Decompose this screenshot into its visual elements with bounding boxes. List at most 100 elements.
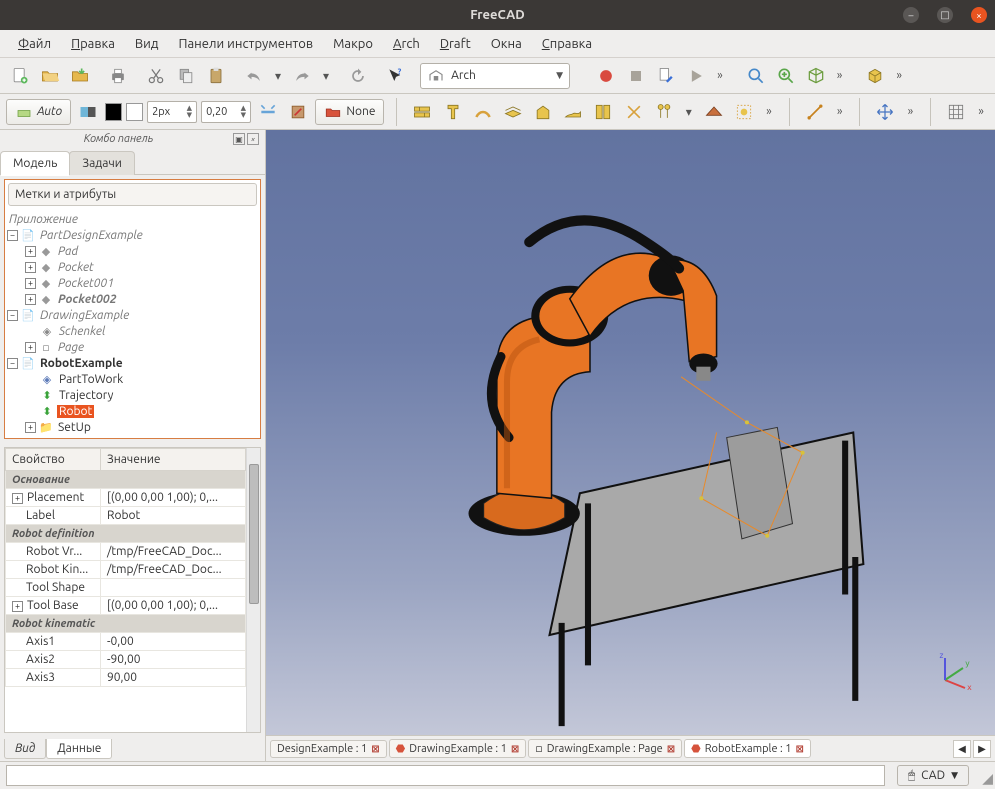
arch-axis-icon[interactable]	[651, 98, 677, 126]
view-iso-icon[interactable]	[802, 62, 830, 90]
tree-item-robot[interactable]: ⬍Robot	[7, 403, 258, 419]
redo-dropdown-icon[interactable]: ▾	[318, 69, 334, 83]
prop-header-name[interactable]: Свойство	[6, 449, 101, 471]
expand-icon[interactable]: −	[7, 358, 18, 369]
expand-icon[interactable]: +	[12, 493, 23, 504]
prop-row[interactable]: Robot Kin.../tmp/FreeCAD_Doc...	[6, 561, 246, 579]
3d-canvas[interactable]: x y z	[266, 130, 995, 735]
tree-item-pocket[interactable]: +◆Pocket	[7, 259, 258, 275]
tree-item-pocket002[interactable]: +◆Pocket002	[7, 291, 258, 307]
close-button[interactable]: ×	[971, 7, 987, 23]
arch-building-icon[interactable]	[530, 98, 556, 126]
box-icon[interactable]	[861, 62, 889, 90]
new-file-icon[interactable]	[6, 62, 34, 90]
tab-data[interactable]: Данные	[46, 739, 112, 759]
expand-icon[interactable]: +	[25, 262, 36, 273]
cut-icon[interactable]	[142, 62, 170, 90]
part-overflow-icon[interactable]: »	[891, 69, 907, 82]
menu-arch[interactable]: Arch	[385, 33, 428, 55]
tree-item-trajectory[interactable]: ⬍Trajectory	[7, 387, 258, 403]
apply-style-icon[interactable]	[285, 98, 311, 126]
move-overflow-icon[interactable]: »	[903, 105, 919, 118]
draft-move-icon[interactable]	[872, 98, 898, 126]
prop-scrollbar[interactable]	[246, 448, 260, 732]
tab-close-icon[interactable]: ⊠	[667, 743, 675, 755]
open-file-icon[interactable]	[36, 62, 64, 90]
menu-help[interactable]: Справка	[534, 33, 600, 55]
menu-windows[interactable]: Окна	[483, 33, 530, 55]
draft-overflow-icon[interactable]: »	[832, 105, 848, 118]
arch-roof-icon[interactable]	[701, 98, 727, 126]
menu-panels[interactable]: Панели инструментов	[170, 33, 321, 55]
menu-edit[interactable]: Правка	[63, 33, 123, 55]
arch-axis-overflow-icon[interactable]: ▾	[681, 105, 697, 119]
tree-item-partdesign[interactable]: −📄PartDesignExample	[7, 227, 258, 243]
prop-header-value[interactable]: Значение	[101, 449, 246, 471]
tree-item-pocket001[interactable]: +◆Pocket001	[7, 275, 258, 291]
print-icon[interactable]	[104, 62, 132, 90]
tab-scroll-left-icon[interactable]: ◀	[953, 740, 971, 758]
redo-icon[interactable]	[288, 62, 316, 90]
labels-attributes-header[interactable]: Метки и атрибуты	[8, 183, 257, 206]
expand-icon[interactable]: −	[7, 230, 18, 241]
nav-style-button[interactable]: 🖱 CAD ▼	[897, 765, 969, 786]
tree-item-robotexample[interactable]: −📄RobotExample	[7, 355, 258, 371]
expand-icon[interactable]: +	[25, 422, 36, 433]
auto-plane-button[interactable]: Auto	[6, 99, 71, 125]
minimize-button[interactable]: –	[903, 7, 919, 23]
paste-icon[interactable]	[202, 62, 230, 90]
tab-close-icon[interactable]: ⊠	[511, 743, 519, 755]
tree-item-parttowork[interactable]: ◈PartToWork	[7, 371, 258, 387]
tree-item-pad[interactable]: +◆Pad	[7, 243, 258, 259]
prop-row[interactable]: Axis2-90,00	[6, 651, 246, 669]
record-macro-icon[interactable]	[592, 62, 620, 90]
expand-icon[interactable]: +	[12, 601, 23, 612]
snap-overflow-icon[interactable]: »	[973, 105, 989, 118]
prop-row[interactable]: Robot Vr.../tmp/FreeCAD_Doc...	[6, 543, 246, 561]
prop-row[interactable]: Tool Shape	[6, 579, 246, 597]
arch-floor-icon[interactable]	[500, 98, 526, 126]
edit-macro-icon[interactable]	[652, 62, 680, 90]
tab-close-icon[interactable]: ⊠	[795, 743, 803, 755]
arch-wall-icon[interactable]	[409, 98, 435, 126]
maximize-button[interactable]: □	[937, 7, 953, 23]
menu-draft[interactable]: Draft	[432, 33, 479, 55]
save-file-icon[interactable]	[66, 62, 94, 90]
arch-space-icon[interactable]	[731, 98, 757, 126]
construction-mode-icon[interactable]	[255, 98, 281, 126]
zoom-fit-icon[interactable]	[742, 62, 770, 90]
copy-icon[interactable]	[172, 62, 200, 90]
resize-grip-icon[interactable]: ◢	[975, 762, 995, 789]
tab-view[interactable]: Вид	[4, 739, 46, 759]
expand-icon[interactable]: +	[25, 278, 36, 289]
arch-rebar-icon[interactable]	[470, 98, 496, 126]
dock-float-icon[interactable]: ▣	[233, 133, 245, 145]
tab-close-icon[interactable]: ⊠	[371, 743, 379, 755]
zoom-in-icon[interactable]	[772, 62, 800, 90]
tree-item-schenkel[interactable]: ◈Schenkel	[7, 323, 258, 339]
prop-row[interactable]: Axis1-0,00	[6, 633, 246, 651]
expand-icon[interactable]: +	[25, 246, 36, 257]
prop-row[interactable]: +Tool Base[(0,00 0,00 1,00); 0,...	[6, 597, 246, 615]
menu-view[interactable]: Вид	[127, 33, 167, 55]
tree-item-drawing[interactable]: −📄DrawingExample	[7, 307, 258, 323]
macro-overflow-icon[interactable]: »	[712, 69, 728, 82]
workbench-selector[interactable]: Arch ▼	[420, 63, 570, 89]
undo-icon[interactable]	[240, 62, 268, 90]
tree-item-setup[interactable]: +📁SetUp	[7, 419, 258, 435]
prop-row[interactable]: Axis390,00	[6, 669, 246, 687]
doc-tab-drawing[interactable]: ⬣DrawingExample : 1⊠	[389, 739, 527, 758]
tab-model[interactable]: Модель	[0, 151, 70, 175]
menu-file[interactable]: Файл	[10, 33, 59, 55]
doc-tab-page[interactable]: ▫DrawingExample : Page⊠	[528, 739, 682, 758]
doc-tab-design[interactable]: DesignExample : 1⊠	[270, 740, 387, 758]
undo-dropdown-icon[interactable]: ▾	[270, 69, 286, 83]
view-overflow-icon[interactable]: »	[832, 69, 848, 82]
menu-macro[interactable]: Макро	[325, 33, 381, 55]
autogroup-button[interactable]: None	[315, 99, 384, 125]
tab-tasks[interactable]: Задачи	[69, 151, 135, 175]
run-macro-icon[interactable]	[682, 62, 710, 90]
tree-item-page[interactable]: +▫Page	[7, 339, 258, 355]
expand-icon[interactable]: −	[7, 310, 18, 321]
refresh-icon[interactable]	[344, 62, 372, 90]
